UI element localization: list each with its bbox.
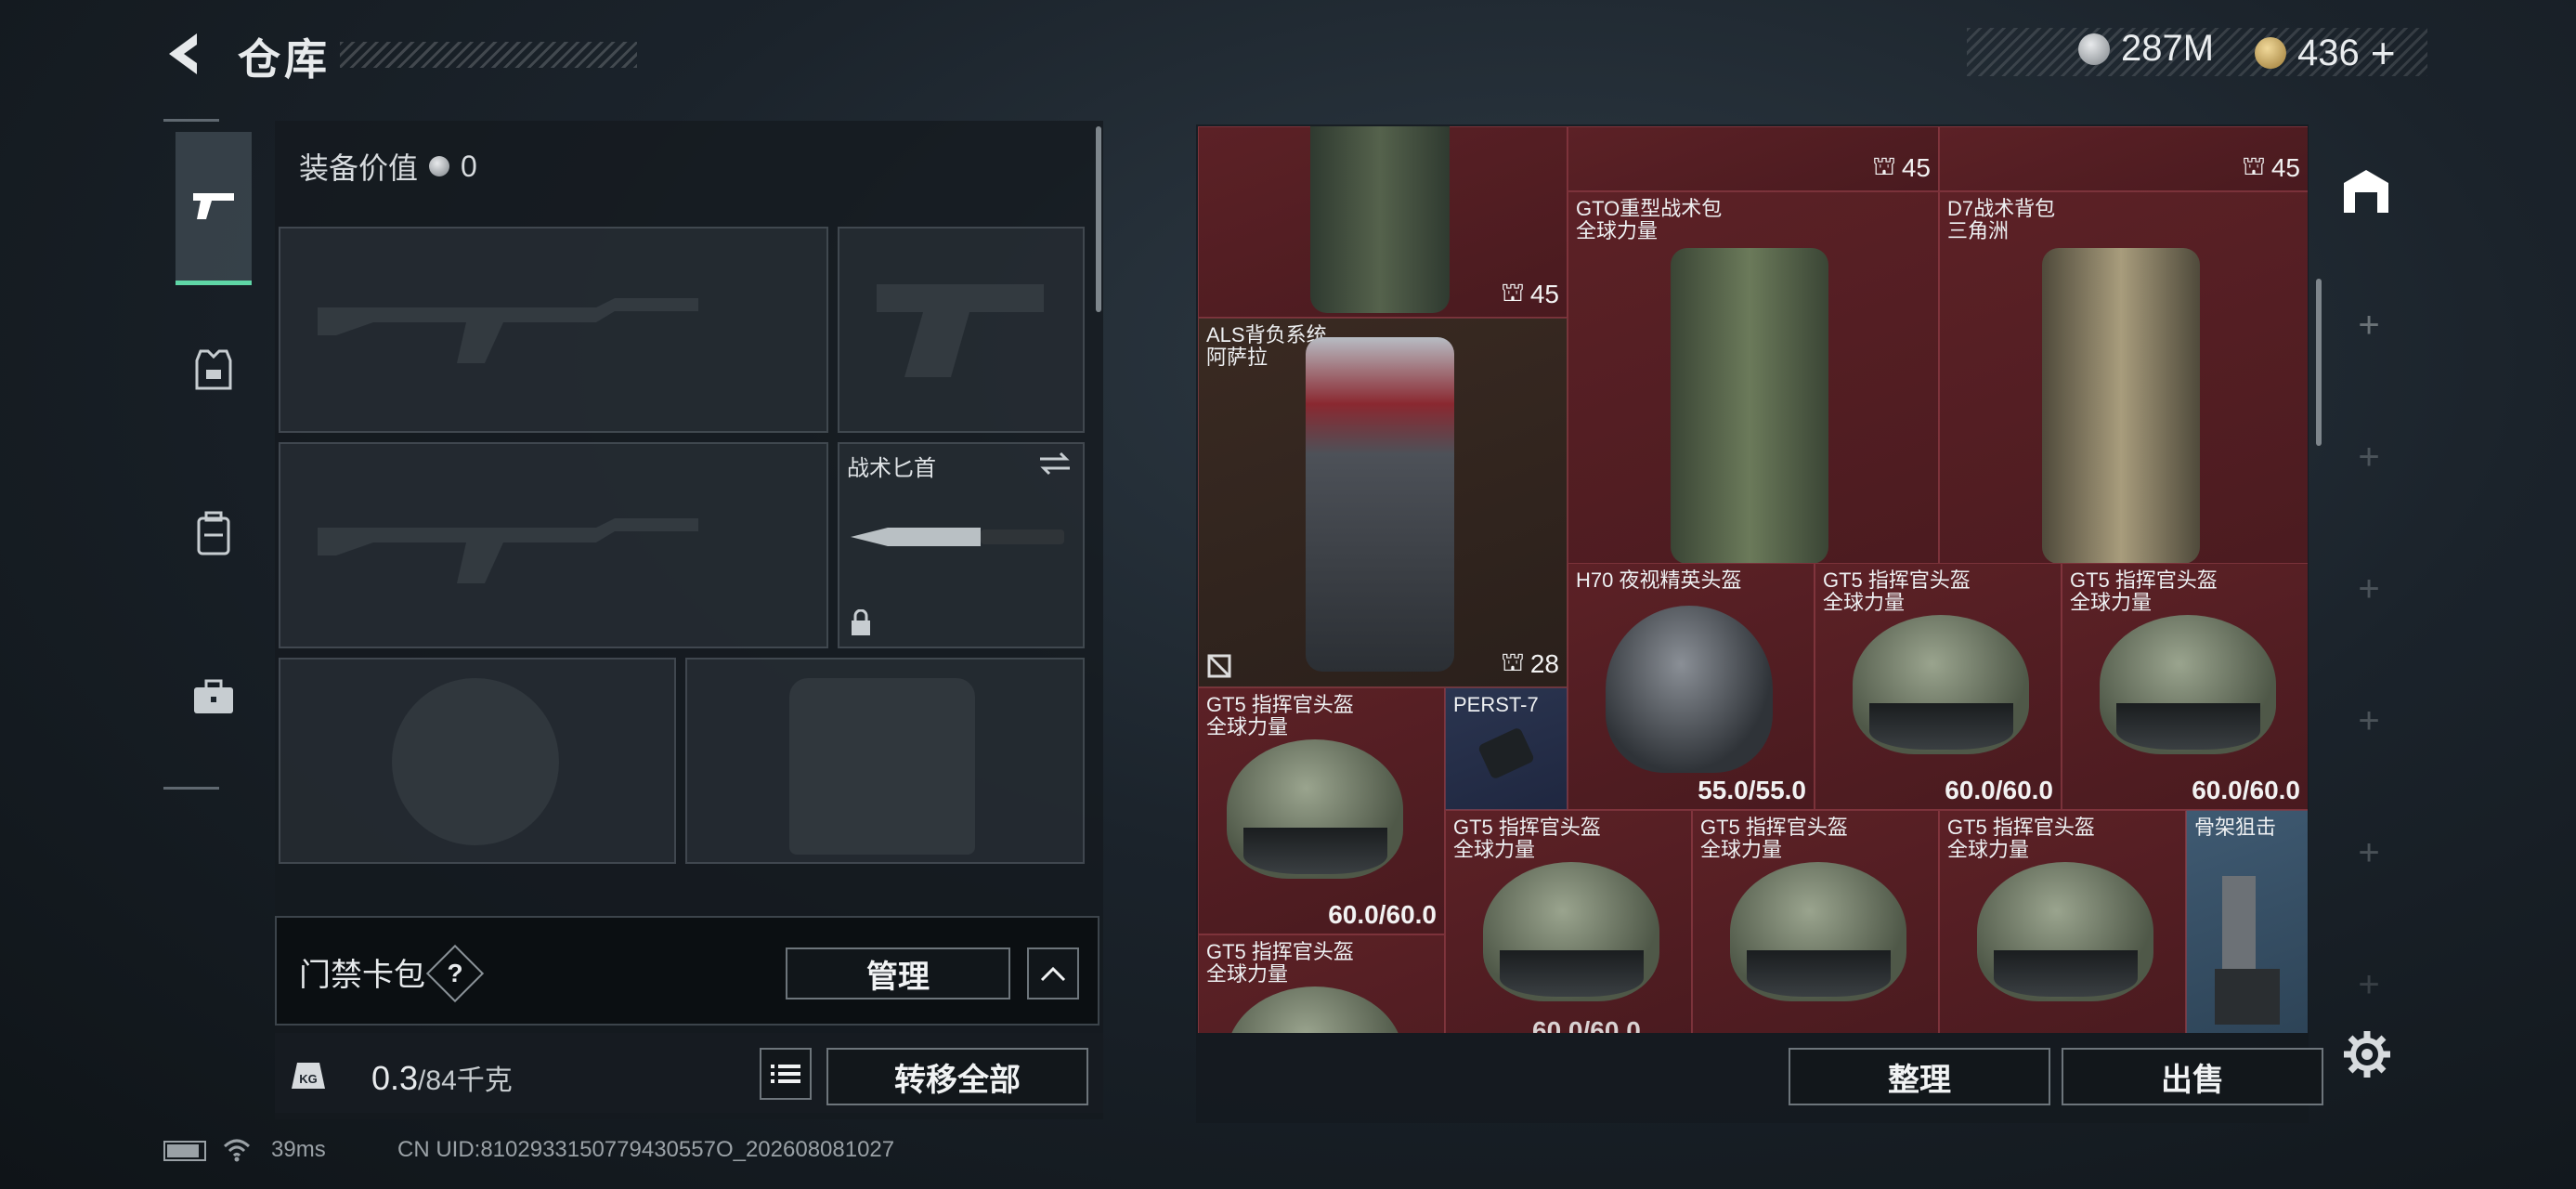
- tab-backpack[interactable]: [176, 459, 252, 608]
- title-decoration: [340, 42, 637, 68]
- secondary-weapon-slot[interactable]: [279, 442, 828, 648]
- armor-vest-icon: [195, 349, 232, 390]
- add-storage-tab-icon[interactable]: +: [2346, 832, 2392, 874]
- tab-armor[interactable]: [176, 295, 252, 444]
- storage-item-gt5-helmet[interactable]: GT5 指挥官头盔 全球力量: [1198, 934, 1445, 1033]
- perst7-device-image: [1477, 726, 1536, 780]
- storage-item-gt5-helmet[interactable]: GT5 指挥官头盔 全球力量 60.0/60.0: [1815, 563, 2062, 810]
- svg-text:KG: KG: [299, 1072, 318, 1086]
- storage-item-skeleton-stock[interactable]: 骨架狙击: [2186, 810, 2308, 1033]
- helmet-silhouette-icon: [392, 678, 559, 845]
- back-arrow-icon[interactable]: [160, 28, 212, 80]
- rifle-silhouette-icon: [318, 518, 698, 583]
- storage-scrollbar[interactable]: [2316, 279, 2322, 446]
- add-storage-tab-icon[interactable]: +: [2346, 437, 2392, 478]
- ping-text: 39ms: [271, 1137, 326, 1162]
- storage-item-gt5-helmet[interactable]: GT5 指挥官头盔 全球力量 60.0/60.0: [2062, 563, 2308, 810]
- help-icon[interactable]: ?: [435, 953, 475, 994]
- tactical-knife-icon: [851, 528, 1064, 546]
- sort-button[interactable]: 整理: [1789, 1048, 2050, 1105]
- storage-item-backpack[interactable]: ⛫ 45: [1198, 126, 1568, 318]
- wifi-icon: [223, 1139, 251, 1162]
- vest-silhouette-icon: [789, 678, 975, 855]
- chevron-up-icon: [1040, 966, 1066, 982]
- stock-image: [2222, 876, 2256, 978]
- weight-value: 0.3/84千克: [371, 1059, 513, 1097]
- silver-coin-icon: [429, 156, 450, 176]
- silver-currency[interactable]: 287M: [2078, 28, 2214, 70]
- add-storage-tab-icon[interactable]: +: [2346, 964, 2392, 1006]
- toolbox-icon: [194, 679, 233, 713]
- pistol-icon: [193, 193, 234, 219]
- add-storage-tab-icon[interactable]: +: [2346, 700, 2392, 742]
- melee-slot[interactable]: 战术匕首: [838, 442, 1085, 648]
- tab-weapons[interactable]: [176, 132, 252, 285]
- storage-grid: ⛫45 ⛫45 ⛫45 GTO重型战术包 全球力量 ⛫45 D7战术背包 三角洲…: [1198, 126, 2308, 1033]
- keycard-pack-label: 门禁卡包: [299, 958, 425, 993]
- storage-item-h70-helmet[interactable]: H70 夜视精英头盔 55.0/55.0: [1568, 563, 1815, 810]
- armor-slot[interactable]: [685, 658, 1085, 864]
- no-insurance-icon: [1207, 654, 1231, 678]
- tab-toolbox[interactable]: [176, 622, 252, 771]
- battery-icon: [163, 1141, 206, 1161]
- rifle-silhouette-icon: [318, 298, 698, 363]
- storage-item-gt5-helmet[interactable]: GT5 指挥官头盔 全球力量: [1939, 810, 2186, 1033]
- add-gold-plus-icon[interactable]: +: [2371, 28, 2396, 78]
- weight-icon: ⛫: [1872, 151, 1896, 180]
- storage-item-backpack-top[interactable]: ⛫ 45: [1568, 126, 1939, 191]
- d7-backpack-image: [2042, 248, 2200, 564]
- weight-icon: ⛫: [2242, 151, 2266, 180]
- helmet-slot[interactable]: [279, 658, 676, 864]
- swap-icon[interactable]: [1036, 450, 1073, 477]
- night-vision-helmet-image: [1606, 606, 1773, 773]
- als-backpack-image: [1306, 337, 1454, 672]
- collapse-button[interactable]: [1027, 947, 1079, 1000]
- gold-currency[interactable]: 436 +: [2255, 28, 2396, 78]
- helmet-image: [1227, 986, 1403, 1033]
- list-icon: [771, 1065, 800, 1083]
- storage-item-als-system[interactable]: ALS背负系统 阿萨拉 ⛫ 28: [1198, 318, 1568, 687]
- uid-text: CN UID:8102933150779430557O_202608081027: [397, 1137, 895, 1162]
- silver-coin-icon: [2078, 33, 2110, 65]
- storage-item-perst7[interactable]: PERST-7: [1445, 687, 1568, 810]
- weight-icon: ⛫: [1501, 647, 1525, 676]
- storage-item-backpack-top[interactable]: ⛫ 45: [1939, 126, 2308, 191]
- backpack-image: [1310, 126, 1450, 313]
- transfer-all-button[interactable]: 转移全部: [826, 1048, 1088, 1105]
- add-storage-tab-icon[interactable]: +: [2346, 305, 2392, 346]
- page-title: 仓库: [238, 35, 331, 84]
- equipment-value: 装备价值 0: [299, 149, 477, 186]
- storage-item-gt5-helmet[interactable]: GT5 指挥官头盔 全球力量: [1692, 810, 1939, 1033]
- warehouse-icon: [2344, 170, 2388, 213]
- lock-icon: [852, 609, 870, 635]
- weight-kg-icon: KG: [288, 1052, 334, 1098]
- weight-icon: ⛫: [1501, 278, 1525, 307]
- partial-durability: 60.0/60.0: [1532, 1016, 1641, 1033]
- list-view-button[interactable]: [760, 1048, 812, 1100]
- sidearm-slot[interactable]: [838, 227, 1085, 433]
- storage-item-gt5-helmet[interactable]: GT5 指挥官头盔 全球力量 60.0/60.0: [1198, 687, 1445, 934]
- gear-icon[interactable]: [2342, 1029, 2392, 1079]
- equipment-scrollbar[interactable]: [1096, 126, 1101, 312]
- manage-button[interactable]: 管理: [786, 947, 1010, 1000]
- gold-coin-icon: [2255, 37, 2286, 69]
- pistol-silhouette-icon: [877, 284, 1044, 377]
- primary-weapon-slot[interactable]: [279, 227, 828, 433]
- storage-item-gt5-helmet[interactable]: GT5 指挥官头盔 全球力量: [1445, 810, 1692, 1033]
- backpack-icon: [197, 511, 230, 555]
- sell-button[interactable]: 出售: [2062, 1048, 2323, 1105]
- storage-main-tab[interactable]: [2336, 158, 2396, 223]
- add-storage-tab-icon[interactable]: +: [2346, 568, 2392, 610]
- gto-backpack-image: [1671, 248, 1828, 564]
